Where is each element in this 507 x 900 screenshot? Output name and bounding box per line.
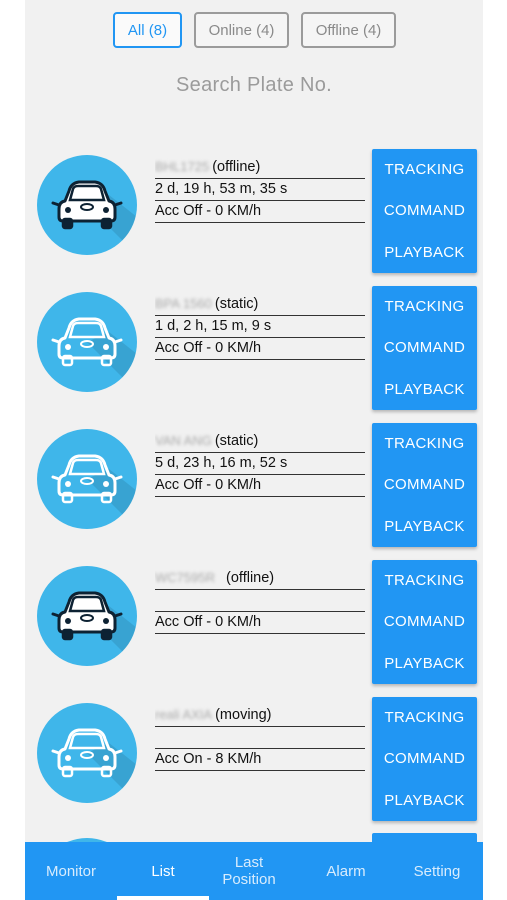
command-button[interactable]: COMMAND: [372, 327, 477, 368]
tab-monitor[interactable]: Monitor: [25, 842, 117, 900]
command-button[interactable]: COMMAND: [372, 190, 477, 231]
tab-setting[interactable]: Setting: [391, 842, 483, 900]
status-text: (offline): [212, 159, 261, 175]
status-text: (moving): [215, 707, 272, 723]
duration-line: [155, 590, 365, 612]
status-text: (static): [214, 433, 259, 449]
car-dark-icon[interactable]: [37, 155, 137, 255]
filter-offline-button[interactable]: Offline (4): [301, 12, 396, 48]
vehicle-actions: TRACKING COMMAND PLAYBACK: [372, 560, 477, 684]
vehicle-row: BHL1725 (offline) 2 d, 19 h, 53 m, 35 s A…: [25, 149, 483, 273]
vehicle-info[interactable]: BHL1725 (offline) 2 d, 19 h, 53 m, 35 s A…: [155, 157, 365, 223]
tab-last-position-label: Last Position: [222, 854, 276, 888]
filter-all-button[interactable]: All (8): [113, 12, 182, 48]
filter-bar: All (8) Online (4) Offline (4): [25, 12, 483, 48]
duration-line: 2 d, 19 h, 53 m, 35 s: [155, 179, 365, 201]
vehicle-info[interactable]: reali AXIA (moving) Acc On - 8 KM/h: [155, 705, 365, 771]
acc-line: Acc Off - 0 KM/h: [155, 201, 365, 223]
vehicle-info[interactable]: BPA 1560 (static) 1 d, 2 h, 15 m, 9 s Acc…: [155, 294, 365, 360]
vehicle-actions: TRACKING COMMAND PLAYBACK: [372, 149, 477, 273]
vehicle-info[interactable]: VAN ANG (static) 5 d, 23 h, 16 m, 52 s Ac…: [155, 431, 365, 497]
plate-number: BHL1725: [155, 159, 210, 174]
status-text: (static): [214, 296, 259, 312]
playback-button[interactable]: PLAYBACK: [372, 506, 477, 547]
playback-button[interactable]: PLAYBACK: [372, 369, 477, 410]
vehicle-info[interactable]: WC7595R (offline) Acc Off - 0 KM/h: [155, 568, 365, 634]
car-white-icon[interactable]: [37, 429, 137, 529]
acc-line: Acc Off - 0 KM/h: [155, 338, 365, 360]
vehicle-row: reali AXIA (moving) Acc On - 8 KM/h TRACK…: [25, 697, 483, 821]
vehicle-actions: TRACKING COMMAND PLAYBACK: [372, 423, 477, 547]
playback-button[interactable]: PLAYBACK: [372, 780, 477, 821]
vehicle-row: BPA 1560 (static) 1 d, 2 h, 15 m, 9 s Acc…: [25, 286, 483, 410]
acc-line: Acc On - 8 KM/h: [155, 749, 365, 771]
app-screen: All (8) Online (4) Offline (4) Search Pl…: [25, 0, 483, 900]
playback-button[interactable]: PLAYBACK: [372, 232, 477, 273]
tracking-button[interactable]: TRACKING: [372, 423, 477, 464]
tracking-button[interactable]: TRACKING: [372, 697, 477, 738]
car-dark-icon[interactable]: [37, 566, 137, 666]
plate-number: WC7595R: [155, 570, 215, 585]
status-text: (offline): [226, 570, 275, 586]
plate-number: VAN ANG: [155, 433, 212, 448]
vehicle-row: VAN ANG (static) 5 d, 23 h, 16 m, 52 s Ac…: [25, 423, 483, 547]
tab-list[interactable]: List: [117, 842, 209, 900]
plate-status-line: VAN ANG (static): [155, 431, 365, 453]
plate-number: BPA 1560: [155, 296, 212, 311]
car-white-icon[interactable]: [37, 292, 137, 392]
active-tab-indicator: [117, 896, 209, 900]
tracking-button[interactable]: TRACKING: [372, 286, 477, 327]
tab-alarm[interactable]: Alarm: [301, 842, 391, 900]
plate-status-line: WC7595R (offline): [155, 568, 365, 590]
duration-line: 1 d, 2 h, 15 m, 9 s: [155, 316, 365, 338]
bottom-tab-bar: Monitor List Last Position Alarm Setting: [25, 842, 483, 900]
command-button[interactable]: COMMAND: [372, 601, 477, 642]
tracking-button[interactable]: TRACKING: [372, 149, 477, 190]
plate-status-line: BHL1725 (offline): [155, 157, 365, 179]
vehicle-row: WC7595R (offline) Acc Off - 0 KM/h TRACK…: [25, 560, 483, 684]
car-white-icon[interactable]: [37, 703, 137, 803]
plate-number: reali AXIA: [155, 707, 213, 722]
tab-last-position[interactable]: Last Position: [209, 842, 289, 900]
plate-status-line: BPA 1560 (static): [155, 294, 365, 316]
plate-status-line: reali AXIA (moving): [155, 705, 365, 727]
acc-line: Acc Off - 0 KM/h: [155, 612, 365, 634]
vehicle-actions: TRACKING COMMAND PLAYBACK: [372, 697, 477, 821]
search-plate-input[interactable]: Search Plate No.: [25, 74, 483, 97]
vehicle-actions: TRACKING COMMAND PLAYBACK: [372, 286, 477, 410]
duration-line: 5 d, 23 h, 16 m, 52 s: [155, 453, 365, 475]
tracking-button[interactable]: TRACKING: [372, 560, 477, 601]
filter-online-button[interactable]: Online (4): [194, 12, 289, 48]
acc-line: Acc Off - 0 KM/h: [155, 475, 365, 497]
command-button[interactable]: COMMAND: [372, 464, 477, 505]
command-button[interactable]: COMMAND: [372, 738, 477, 779]
playback-button[interactable]: PLAYBACK: [372, 643, 477, 684]
duration-line: [155, 727, 365, 749]
